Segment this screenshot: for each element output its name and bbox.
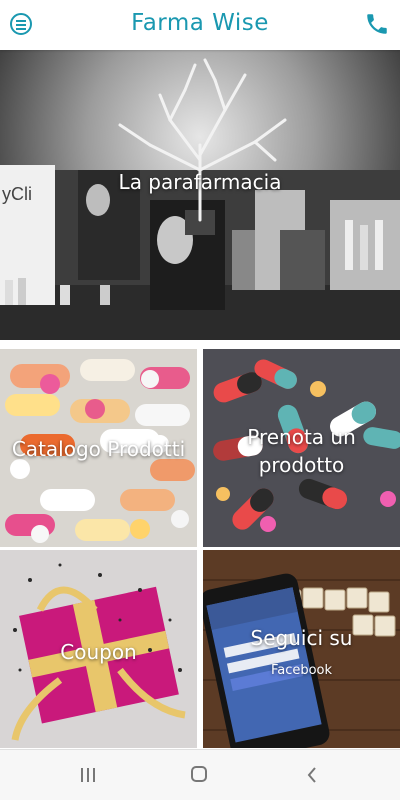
home-icon[interactable] bbox=[187, 764, 211, 786]
tile-label-coupon: Coupon bbox=[60, 640, 137, 664]
tile-label-catalogo: Catalogo Prodotti bbox=[11, 437, 186, 461]
recent-apps-icon[interactable] bbox=[76, 764, 100, 786]
phone-icon[interactable] bbox=[364, 11, 390, 37]
tile-prenota-prodotto[interactable]: Prenota un prodotto bbox=[203, 349, 400, 547]
tile-parafarmacia[interactable]: yCli La parafarmacia bbox=[0, 50, 400, 340]
tile-label-prenota-2: prodotto bbox=[258, 453, 345, 477]
back-icon[interactable] bbox=[300, 764, 324, 786]
tile-label-parafarmacia: La parafarmacia bbox=[118, 170, 282, 194]
tile-label-prenota-1: Prenota un bbox=[247, 425, 356, 449]
tile-label-facebook: Facebook bbox=[270, 663, 333, 678]
tile-label-seguici: Seguici su bbox=[250, 626, 353, 650]
hero-image: yCli bbox=[0, 58, 400, 340]
app-header: Farma Wise bbox=[0, 0, 400, 50]
app-title: Farma Wise bbox=[131, 10, 269, 36]
tile-catalogo-prodotti[interactable]: Catalogo Prodotti bbox=[0, 349, 197, 547]
system-nav-bar bbox=[0, 749, 400, 800]
tile-coupon[interactable]: Coupon bbox=[0, 550, 197, 748]
tile-facebook[interactable]: Seguici su Facebook bbox=[203, 550, 400, 748]
